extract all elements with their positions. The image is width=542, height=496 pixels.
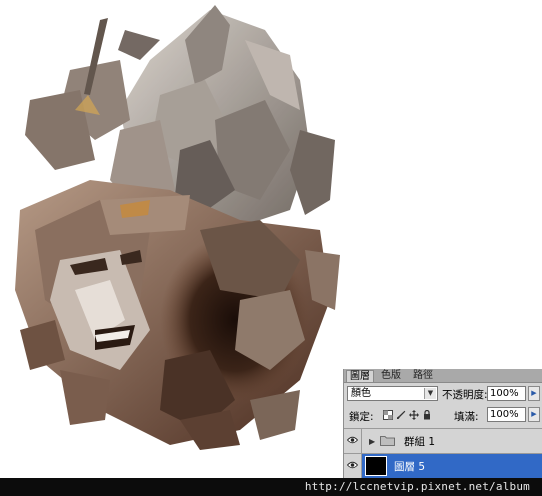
opacity-input[interactable]: 100% — [487, 386, 526, 401]
opacity-slider-button[interactable]: ▶ — [528, 386, 540, 401]
lower-debris-cluster — [15, 180, 340, 450]
blend-opacity-row: 顏色 ▼ 不透明度: 100% ▶ — [344, 386, 542, 403]
panel-tab-strip: 圖層 色版 路徑 — [344, 369, 542, 383]
blend-mode-value: 顏色 — [351, 388, 371, 399]
expand-triangle-icon[interactable]: ▶ — [369, 437, 375, 446]
chevron-down-icon: ▼ — [424, 388, 436, 399]
fill-label: 填滿: — [454, 411, 479, 423]
watermark-bar: http://lccnetvip.pixnet.net/album — [0, 478, 542, 496]
move-icon[interactable] — [409, 410, 419, 420]
visibility-toggle[interactable] — [344, 454, 362, 478]
folder-icon — [380, 436, 395, 446]
tab-channels[interactable]: 色版 — [376, 370, 406, 382]
layer-row-group[interactable]: ▶ 群組 1 — [344, 428, 542, 453]
brush-icon[interactable] — [396, 410, 406, 420]
layer-name: 群組 1 — [404, 436, 436, 448]
blend-mode-select[interactable]: 顏色 ▼ — [347, 386, 438, 401]
lock-label: 鎖定: — [349, 411, 374, 423]
fill-slider-button[interactable]: ▶ — [528, 407, 540, 422]
layers-panel: 圖層 色版 路徑 顏色 ▼ 不透明度: 100% ▶ 鎖定: 填滿: 100% … — [343, 369, 542, 478]
fill-input[interactable]: 100% — [487, 407, 526, 422]
opacity-label: 不透明度: — [442, 389, 488, 401]
watermark-url: http://lccnetvip.pixnet.net/album — [304, 480, 530, 493]
lock-icon[interactable] — [422, 409, 432, 420]
layer-name: 圖層 5 — [394, 461, 426, 473]
tab-layers[interactable]: 圖層 — [346, 370, 374, 382]
layer-thumbnail — [365, 456, 387, 476]
lock-fill-row: 鎖定: 填滿: 100% ▶ — [344, 407, 542, 424]
layer-row-selected[interactable]: 圖層 5 — [344, 453, 542, 478]
eye-icon — [347, 436, 358, 444]
visibility-toggle[interactable] — [344, 429, 362, 453]
lock-transparency-icon[interactable] — [383, 410, 393, 420]
tab-paths[interactable]: 路徑 — [408, 370, 438, 382]
eye-icon — [347, 461, 358, 469]
